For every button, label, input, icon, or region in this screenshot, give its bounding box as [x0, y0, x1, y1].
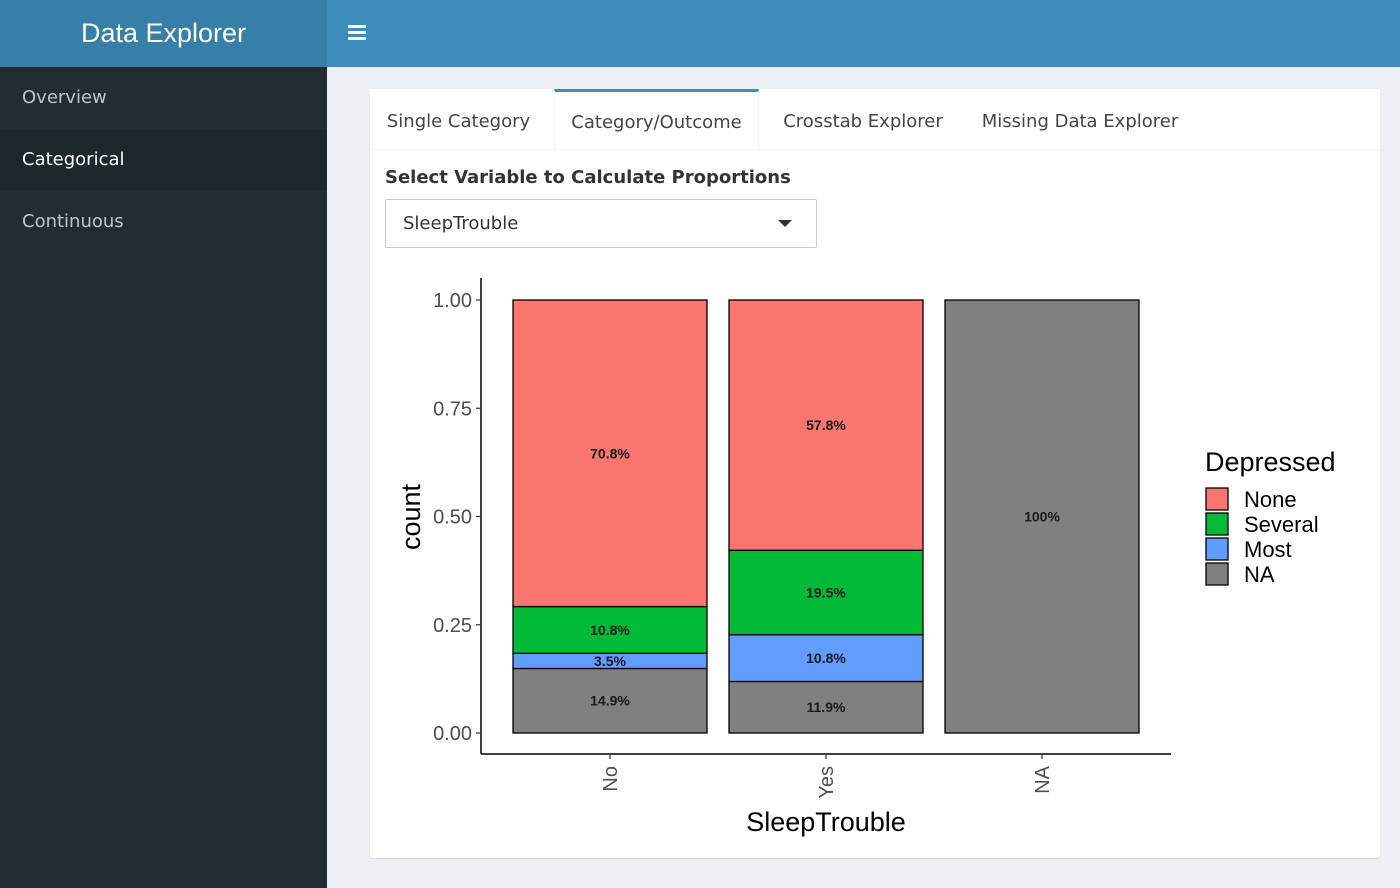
sidebar: Overview Categorical Continuous [0, 67, 327, 888]
sidebar-item-categorical[interactable]: Categorical [0, 129, 327, 191]
legend-title: Depressed [1205, 447, 1336, 477]
legend-label: Most [1244, 537, 1292, 562]
bar-value-label: 14.9% [590, 693, 630, 709]
y-axis-title: count [396, 483, 426, 550]
bar-value-label: 11.9% [807, 699, 846, 715]
legend-label: Several [1244, 512, 1319, 537]
sidebar-item-continuous[interactable]: Continuous [0, 191, 327, 253]
bar-value-label: 57.8% [806, 417, 846, 433]
bar-value-label: 10.8% [590, 622, 630, 638]
bar-value-label: 19.5% [806, 584, 846, 600]
x-tick-label: NA [1032, 765, 1054, 793]
app-logo-title[interactable]: Data Explorer [0, 0, 327, 67]
legend-swatch-most [1205, 537, 1229, 561]
bar-value-label: 10.8% [806, 650, 846, 666]
y-tick-label: 0.50 [433, 507, 472, 529]
stacked-bar-chart: 0.00 0.25 0.50 0.75 1.00 14.9% 3.5% 10.8% 70.8% N… [396, 278, 1336, 837]
y-tick-label: 1.00 [433, 290, 472, 312]
bar-value-label: 3.5% [594, 653, 626, 669]
legend-swatch-na [1205, 562, 1229, 586]
legend-swatch-several [1205, 512, 1229, 536]
legend-label: NA [1244, 562, 1275, 587]
legend-label: None [1244, 487, 1297, 512]
sidebar-item-overview[interactable]: Overview [0, 67, 327, 129]
content-box: Single Category Category/Outcome Crossta… [370, 89, 1380, 858]
bar-value-label: 70.8% [590, 445, 630, 461]
hamburger-icon[interactable] [348, 22, 366, 44]
legend-swatch-none [1205, 487, 1229, 511]
x-tick-label: Yes [816, 766, 838, 799]
top-navbar [327, 0, 1400, 67]
x-tick-label: No [600, 766, 622, 792]
y-tick-label: 0.75 [433, 398, 472, 420]
y-tick-label: 0.25 [433, 615, 472, 637]
bar-value-label: 100% [1024, 509, 1060, 525]
x-axis-title: SleepTrouble [746, 807, 906, 837]
y-tick-label: 0.00 [433, 723, 472, 745]
